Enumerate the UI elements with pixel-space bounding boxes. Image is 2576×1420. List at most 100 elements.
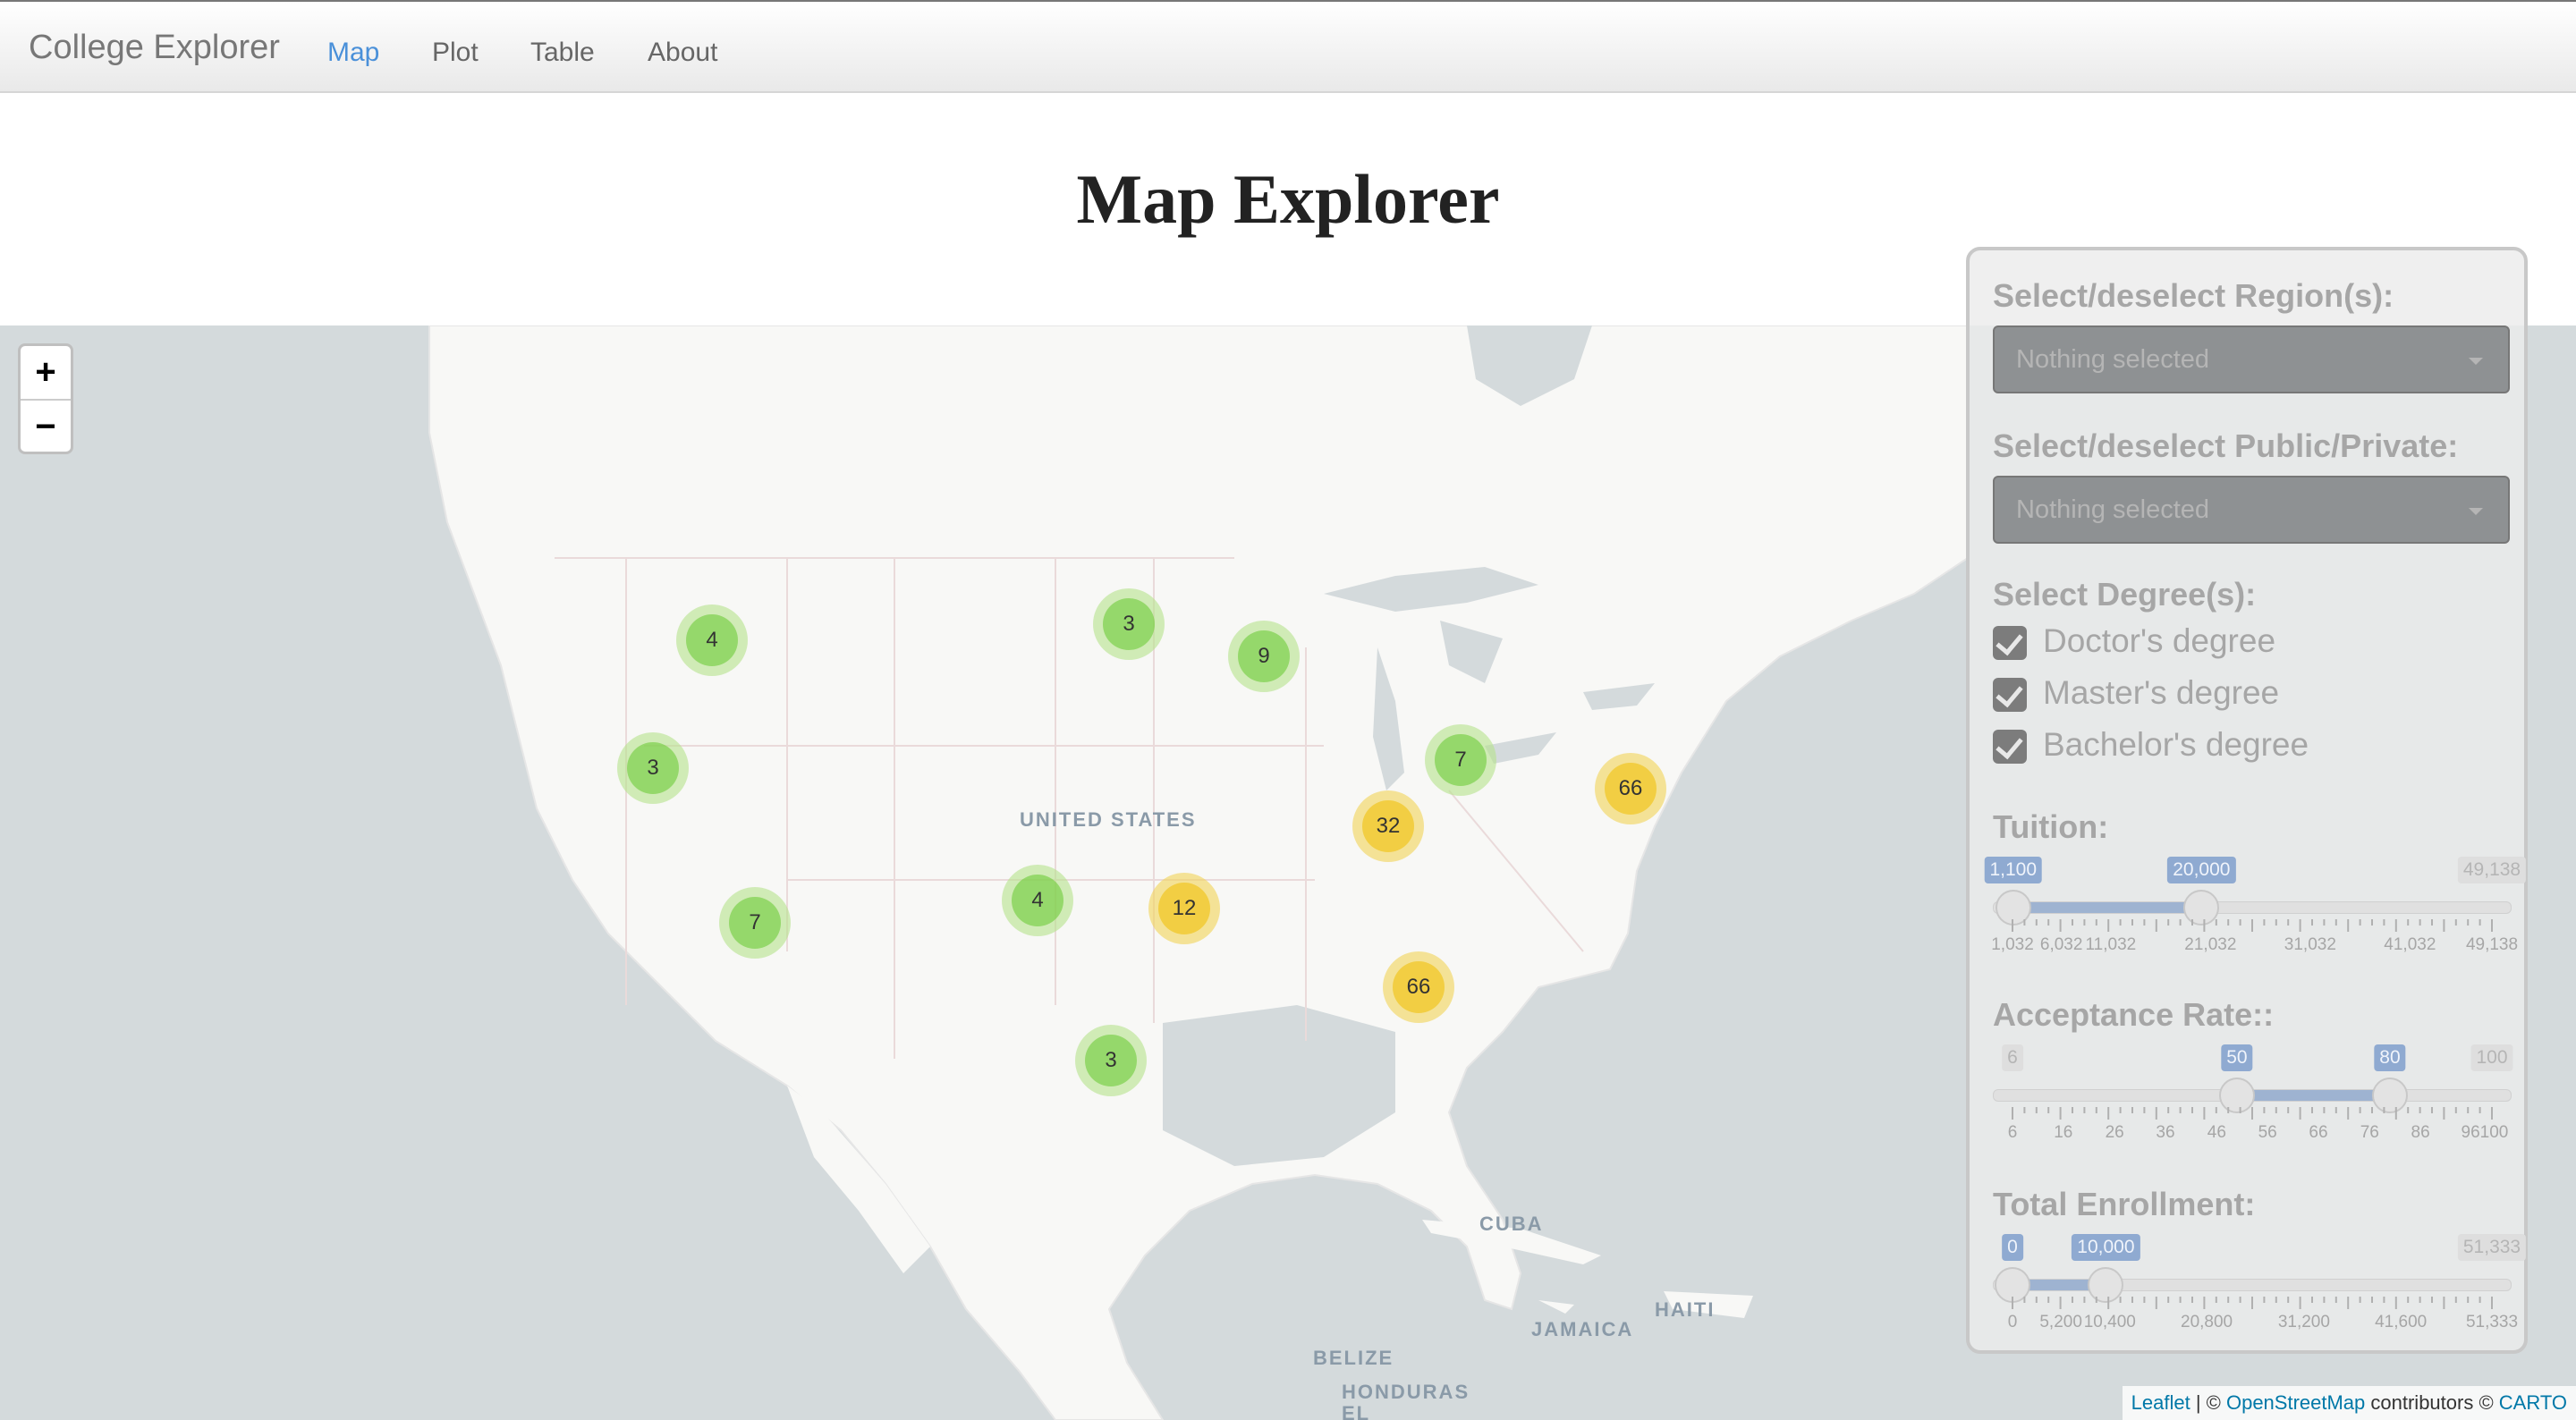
cluster-count: 66 [1393, 961, 1445, 1013]
nav-item-map[interactable]: Map [327, 38, 379, 68]
cluster-count: 3 [1085, 1035, 1137, 1086]
tuition-tick-label: 21,032 [2184, 935, 2237, 954]
tuition-to-bubble: 20,000 [2167, 857, 2236, 883]
acceptance-slider-ticks [2012, 1107, 2493, 1120]
cluster-marker[interactable]: 4 [1002, 865, 1073, 936]
brand[interactable]: College Explorer [29, 29, 280, 67]
tuition-max-bubble: 49,138 [2457, 857, 2527, 883]
tuition-tick-label: 6,032 [2039, 935, 2083, 954]
enrollment-tick-label: 10,400 [2083, 1313, 2136, 1331]
map-label-belize: BELIZE [1313, 1347, 1394, 1369]
cluster-marker[interactable]: 4 [676, 604, 748, 676]
nav-item-table[interactable]: Table [530, 38, 595, 68]
carto-link[interactable]: CARTO [2499, 1391, 2567, 1414]
enrollment-tick-label: 5,200 [2039, 1313, 2082, 1331]
acceptance-tick-label: 6 [2007, 1123, 2018, 1142]
cluster-marker[interactable]: 3 [1075, 1025, 1147, 1096]
zoom-out-button[interactable]: − [21, 401, 71, 453]
checkbox-checked-icon[interactable] [1993, 730, 2027, 764]
tuition-slider-fill [2012, 902, 2202, 913]
tuition-tick-label: 31,032 [2284, 935, 2336, 954]
enrollment-tick-label: 51,333 [2465, 1313, 2519, 1331]
checkbox-checked-icon[interactable] [1993, 678, 2027, 712]
map-label-cuba: CUBA [1479, 1213, 1544, 1235]
tuition-slider-ticks [2012, 919, 2493, 932]
acceptance-slider-fill [2236, 1090, 2390, 1101]
acceptance-tick-label: 36 [2156, 1123, 2175, 1142]
cluster-marker[interactable]: 7 [719, 887, 791, 959]
acceptance-rate-label: Acceptance Rate:: [1993, 996, 2275, 1033]
cluster-count: 32 [1362, 800, 1414, 852]
tuition-slider[interactable]: 1,03249,1381,10020,0001,0326,03211,03221… [1984, 857, 2527, 955]
cluster-marker[interactable]: 12 [1148, 873, 1220, 944]
cluster-count: 7 [729, 897, 781, 949]
page-title: Map Explorer [1076, 160, 1500, 238]
osm-link[interactable]: OpenStreetMap [2226, 1391, 2365, 1414]
control-panel: Select/deselect Region(s): Nothing selec… [1966, 247, 2528, 1354]
cluster-marker[interactable]: 3 [1093, 588, 1165, 660]
degree-label: Select Degree(s): [1993, 576, 2257, 613]
cluster-count: 7 [1435, 734, 1487, 786]
acceptance-from-bubble: 50 [2221, 1044, 2253, 1071]
acceptance-rate-slider[interactable]: 6 100 50 80 6 16 26 36 46 56 66 76 86 96100 [1993, 1044, 2513, 1143]
cluster-marker[interactable]: 3 [617, 732, 689, 804]
map-label-united-states: UNITED STATES [1020, 808, 1197, 831]
acceptance-tick-label: 26 [2105, 1123, 2124, 1142]
region-select[interactable]: Nothing selected [1993, 325, 2510, 393]
cluster-count: 4 [1012, 875, 1063, 926]
enrollment-slider-ticks [2012, 1297, 2493, 1309]
chevron-down-icon [2469, 508, 2483, 515]
enrollment-tick-label: 20,800 [2181, 1313, 2233, 1331]
map-label-haiti: HAITI [1655, 1298, 1716, 1321]
cluster-marker[interactable]: 7 [1425, 724, 1496, 796]
checkbox-checked-icon[interactable] [1993, 626, 2027, 660]
region-select-placeholder: Nothing selected [2016, 345, 2210, 374]
public-private-select[interactable]: Nothing selected [1993, 476, 2510, 544]
acceptance-min-bubble: 6 [2002, 1044, 2023, 1071]
degree-bachelor-label: Bachelor's degree [2043, 726, 2309, 763]
enrollment-to-bubble: 10,000 [2072, 1234, 2140, 1261]
cluster-count: 3 [1103, 598, 1155, 650]
public-private-select-placeholder: Nothing selected [2016, 495, 2210, 524]
map-label-jamaica: JAMAICA [1531, 1318, 1634, 1340]
enrollment-tick-label: 0 [2007, 1313, 2018, 1331]
acceptance-tick-label: 66 [2309, 1123, 2328, 1142]
enrollment-tick-label: 31,200 [2277, 1313, 2330, 1331]
enrollment-from-bubble: 0 [2002, 1234, 2023, 1261]
acceptance-to-bubble: 80 [2374, 1044, 2406, 1071]
enrollment-label: Total Enrollment: [1993, 1186, 2256, 1222]
map-attribution: Leaflet | © OpenStreetMap contributors ©… [2122, 1386, 2576, 1420]
tuition-label: Tuition: [1993, 808, 2109, 845]
cluster-count: 12 [1158, 883, 1210, 934]
zoom-in-button[interactable]: + [21, 346, 71, 401]
enrollment-slider[interactable]: 051,333010,00005,20010,40020,80031,20041… [1993, 1234, 2527, 1332]
acceptance-tick-label: 76 [2360, 1123, 2379, 1142]
navbar: College Explorer Map Plot Table About [0, 0, 2576, 93]
tuition-tick-label: 41,032 [2384, 935, 2436, 954]
enrollment-tick-label: 41,600 [2375, 1313, 2428, 1331]
nav-item-about[interactable]: About [648, 38, 717, 68]
cluster-marker[interactable]: 9 [1228, 621, 1300, 692]
cluster-count: 4 [686, 614, 738, 666]
leaflet-link[interactable]: Leaflet [2131, 1391, 2190, 1414]
cluster-count: 3 [627, 742, 679, 794]
acceptance-tick-label: 56 [2258, 1123, 2277, 1142]
acceptance-tick-label: 96100 [2461, 1123, 2509, 1142]
chevron-down-icon [2469, 358, 2483, 365]
attribution-contributors: contributors © [2365, 1391, 2499, 1414]
attribution-separator: | © [2190, 1391, 2226, 1414]
cluster-marker[interactable]: 66 [1595, 753, 1666, 824]
acceptance-tick-label: 86 [2411, 1123, 2430, 1142]
degree-master-label: Master's degree [2043, 674, 2280, 711]
cluster-marker[interactable]: 32 [1352, 790, 1424, 862]
degree-doctor-label: Doctor's degree [2043, 622, 2276, 659]
map-label-honduras: HONDURAS [1342, 1381, 1470, 1403]
cluster-marker[interactable]: 66 [1383, 951, 1454, 1023]
acceptance-tick-label: 16 [2054, 1123, 2073, 1142]
tuition-tick-label: 1,032 [1991, 935, 2034, 954]
enrollment-max-bubble: 51,333 [2457, 1234, 2527, 1261]
cluster-count: 66 [1605, 763, 1657, 815]
cluster-count: 9 [1238, 630, 1290, 682]
nav-item-plot[interactable]: Plot [432, 38, 479, 68]
tuition-tick-label: 49,138 [2465, 935, 2519, 954]
